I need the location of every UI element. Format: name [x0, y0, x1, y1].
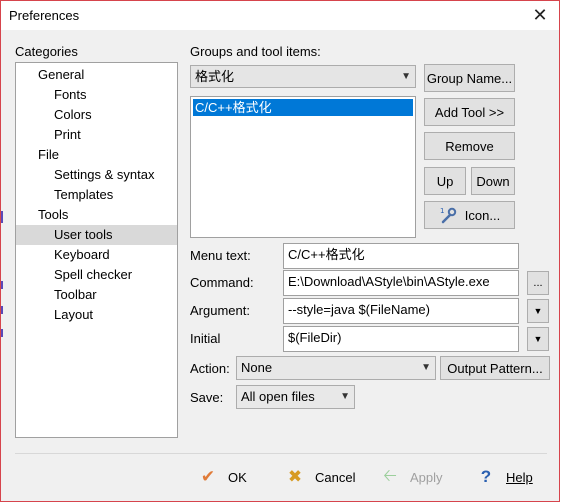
svg-text:1: 1	[440, 207, 444, 215]
menu-text-label: Menu text:	[190, 248, 251, 263]
browse-button[interactable]: ...	[527, 271, 549, 295]
add-tool-button[interactable]: Add Tool >>	[424, 98, 515, 126]
initial-label: Initial	[190, 331, 221, 346]
categories-tree[interactable]: General Fonts Colors Print File Settings…	[15, 62, 178, 438]
apply-button[interactable]: 🡠 Apply	[378, 464, 443, 490]
icon-button[interactable]: 1 Icon...	[424, 201, 515, 229]
tree-item-colors[interactable]: Colors	[16, 105, 177, 125]
up-button[interactable]: Up	[424, 167, 466, 195]
cancel-button[interactable]: ✖ Cancel	[283, 464, 356, 490]
title-bar: Preferences ✕	[1, 1, 559, 30]
ok-button-label: OK	[228, 469, 247, 485]
question-icon: ?	[480, 467, 492, 486]
tree-item-templates[interactable]: Templates	[16, 185, 177, 205]
chevron-down-icon: ▼	[533, 306, 543, 316]
action-select[interactable]: None ▼	[236, 356, 436, 380]
tree-item-tools[interactable]: Tools	[16, 205, 177, 225]
close-button[interactable]: ✕	[527, 3, 553, 27]
background-mark	[1, 329, 3, 337]
help-button[interactable]: ? Help	[474, 464, 533, 490]
background-mark	[1, 306, 3, 314]
cross-icon: ✖	[287, 467, 303, 486]
output-pattern-button[interactable]: Output Pattern...	[440, 356, 550, 380]
argument-field[interactable]: --style=java $(FileName)	[283, 298, 519, 324]
tree-item-fonts[interactable]: Fonts	[16, 85, 177, 105]
background-strip	[561, 0, 567, 502]
categories-label: Categories	[15, 44, 78, 59]
initial-field[interactable]: $(FileDir)	[283, 326, 519, 352]
save-select-value: All open files	[241, 389, 315, 404]
tree-item-print[interactable]: Print	[16, 125, 177, 145]
cancel-button-label: Cancel	[315, 469, 356, 485]
apply-button-label: Apply	[410, 469, 443, 485]
tree-item-spell-checker[interactable]: Spell checker	[16, 265, 177, 285]
background-mark	[1, 281, 3, 289]
group-name-button[interactable]: Group Name...	[424, 64, 515, 92]
help-button-label: Help	[506, 469, 533, 485]
action-select-value: None	[241, 360, 273, 375]
down-button[interactable]: Down	[471, 167, 515, 195]
group-select[interactable]: 格式化 ▼	[190, 65, 416, 88]
argument-label: Argument:	[190, 303, 250, 318]
tree-item-layout[interactable]: Layout	[16, 305, 177, 325]
save-label: Save:	[190, 390, 224, 405]
background-mark	[1, 211, 3, 223]
checkmark-icon: ✔	[200, 467, 216, 486]
group-select-value: 格式化	[195, 69, 235, 84]
icon-button-label: Icon...	[464, 207, 501, 223]
initial-dropdown-button[interactable]: ▼	[527, 327, 549, 351]
tool-items-list[interactable]: C/C++格式化	[190, 96, 416, 238]
groups-label: Groups and tool items:	[190, 44, 321, 59]
tree-item-user-tools[interactable]: User tools	[16, 225, 177, 245]
arrow-left-icon: 🡠	[383, 465, 397, 485]
chevron-down-icon: ▼	[533, 334, 543, 344]
tree-item-keyboard[interactable]: Keyboard	[16, 245, 177, 265]
tree-item-settings-syntax[interactable]: Settings & syntax	[16, 165, 177, 185]
action-label: Action:	[190, 361, 230, 376]
chevron-down-icon: ▼	[401, 71, 411, 82]
tree-item-toolbar[interactable]: Toolbar	[16, 285, 177, 305]
argument-dropdown-button[interactable]: ▼	[527, 299, 549, 323]
command-field[interactable]: E:\Download\AStyle\bin\AStyle.exe	[283, 270, 519, 296]
remove-button[interactable]: Remove	[424, 132, 515, 160]
tree-item-general[interactable]: General	[16, 65, 177, 85]
command-label: Command:	[190, 275, 254, 290]
preferences-window: Preferences ✕ Categories General Fonts C…	[0, 0, 560, 502]
save-select[interactable]: All open files ▼	[236, 385, 355, 409]
tree-item-file[interactable]: File	[16, 145, 177, 165]
chevron-down-icon: ▼	[340, 391, 350, 402]
menu-text-field[interactable]: C/C++格式化	[283, 243, 519, 269]
ok-button[interactable]: ✔ OK	[196, 464, 247, 490]
window-title: Preferences	[9, 8, 80, 23]
wrench-icon: 1	[439, 206, 457, 224]
list-item[interactable]: C/C++格式化	[193, 99, 413, 116]
close-icon: ✕	[532, 4, 548, 25]
divider	[15, 453, 547, 454]
chevron-down-icon: ▼	[421, 362, 431, 373]
